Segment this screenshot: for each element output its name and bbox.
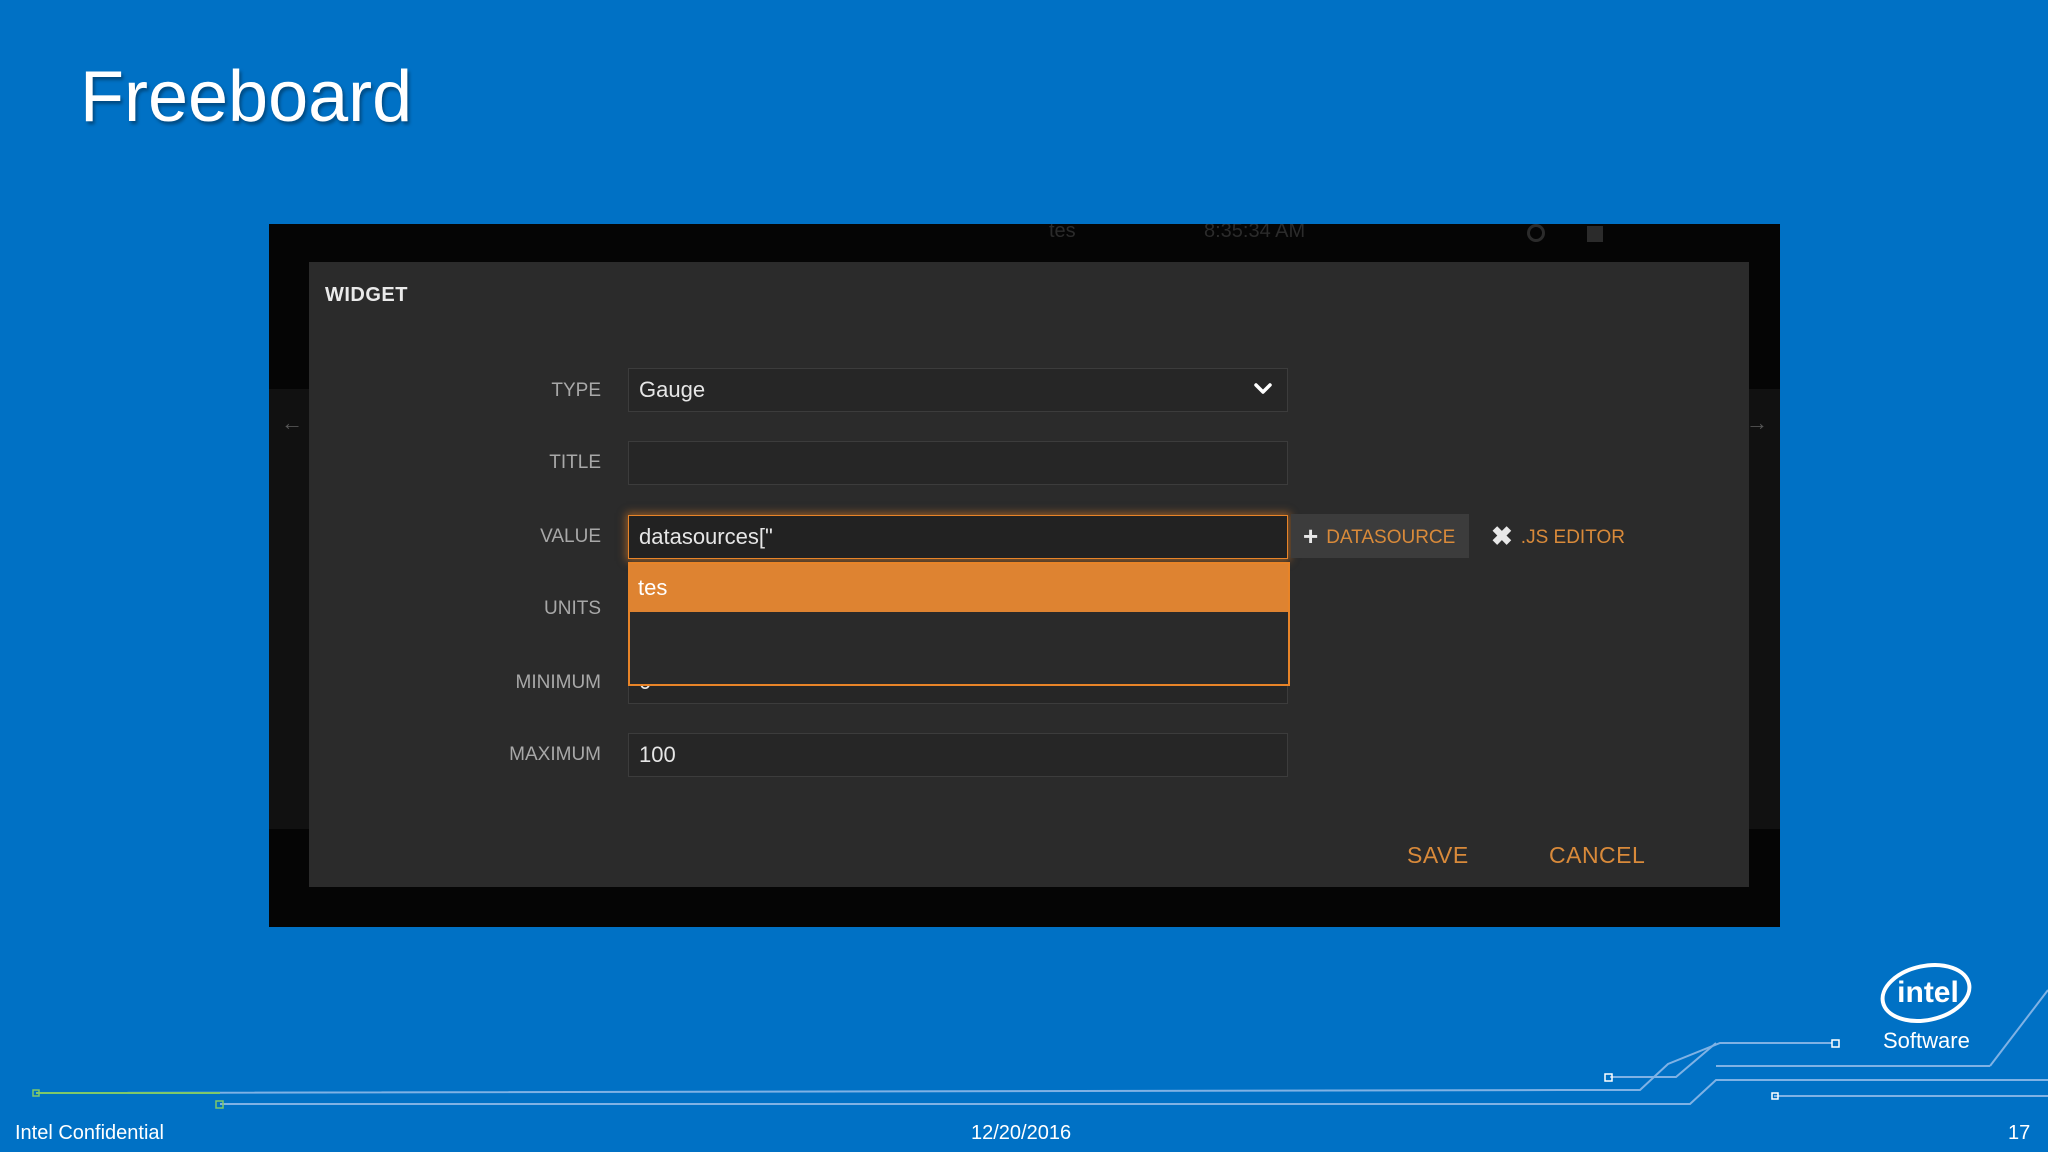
intel-logo: intel: [1880, 963, 1972, 1023]
intel-logo-text: intel: [1897, 976, 1959, 1009]
footer-confidential: Intel Confidential: [15, 1122, 164, 1144]
footer-page-number: 17: [2008, 1122, 2031, 1144]
circuit-decoration: [32, 989, 2048, 1109]
intel-software-text: Software: [1883, 1028, 1970, 1053]
footer-date: 12/20/2016: [971, 1122, 1072, 1144]
